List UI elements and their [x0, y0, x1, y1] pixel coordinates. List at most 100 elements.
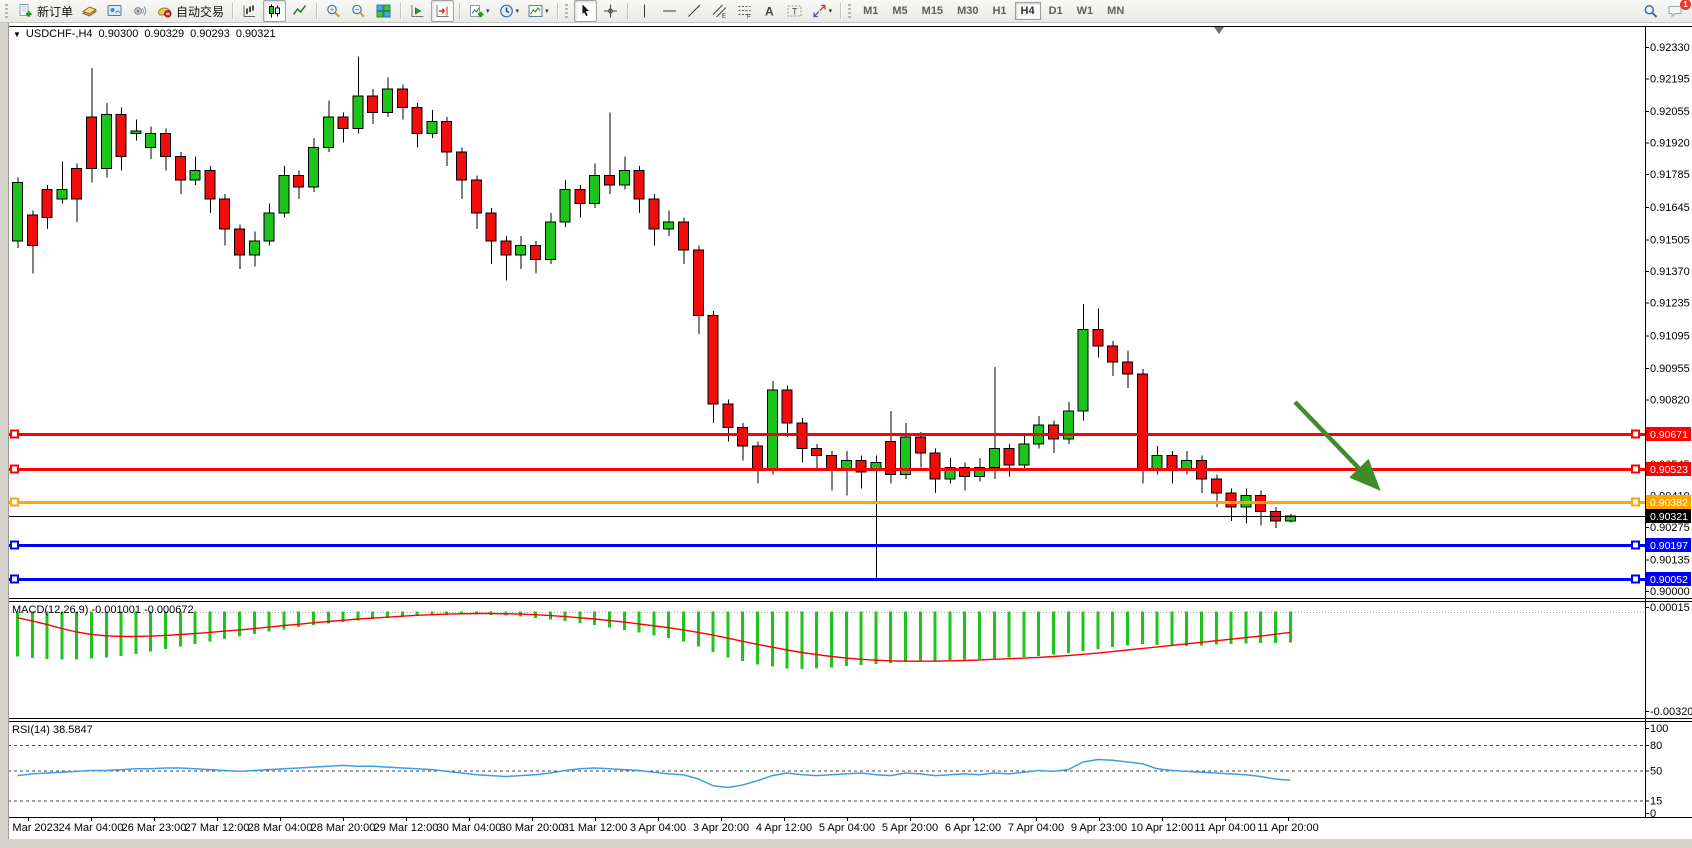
hline-object-0.90523[interactable] [8, 466, 1645, 472]
new-order-icon [17, 3, 34, 19]
profiles-icon [81, 3, 98, 19]
fibonacci-icon: F [736, 3, 753, 19]
terminal-button[interactable] [103, 0, 126, 22]
text-button[interactable]: A [758, 0, 781, 22]
auto-scroll-icon [409, 3, 426, 19]
toolbar-separator [840, 3, 841, 19]
toolbar-separator [232, 3, 233, 19]
trendline-button[interactable] [683, 0, 706, 22]
timeframe-m5[interactable]: M5 [886, 2, 913, 20]
text-icon: A [761, 3, 778, 19]
periods-icon [498, 3, 515, 19]
toolbar-grip[interactable] [848, 4, 851, 18]
timeframe-m30[interactable]: M30 [951, 2, 984, 20]
autotrading-button-label: 自动交易 [176, 3, 224, 20]
zoom-out-button[interactable] [347, 0, 370, 22]
templates-icon [527, 3, 544, 19]
horizontal-line-icon [661, 3, 678, 19]
sound-alert-icon [131, 3, 148, 19]
bar-chart-button[interactable] [238, 0, 261, 22]
crosshair-icon [602, 3, 619, 19]
equidistant-channel-button[interactable]: E [708, 0, 731, 22]
crosshair-button[interactable] [599, 0, 622, 22]
chevron-down-icon[interactable]: ▾ [486, 7, 490, 15]
arrows-icon [811, 3, 828, 19]
rsi-pane[interactable] [8, 722, 1645, 817]
indicators-button[interactable]: ▾ [465, 0, 493, 22]
main-chart-pane[interactable] [8, 26, 1645, 598]
hline-object-0.90052[interactable] [8, 576, 1645, 582]
svg-text:T: T [792, 7, 798, 17]
autotrading-icon [156, 3, 173, 19]
timeframe-w1[interactable]: W1 [1071, 2, 1100, 20]
hline-object-0.90671[interactable] [8, 431, 1645, 437]
text-label-icon: T [786, 3, 803, 19]
cursor-icon [577, 3, 594, 19]
trend-arrow-object[interactable] [1289, 396, 1388, 498]
indicators-icon [468, 3, 485, 19]
search-icon [1642, 3, 1659, 19]
equidistant-channel-icon: E [711, 3, 728, 19]
vertical-line-icon [636, 3, 653, 19]
auto-scroll-button[interactable] [406, 0, 429, 22]
candlestick-chart-button[interactable] [263, 0, 286, 22]
fibonacci-button[interactable]: F [733, 0, 756, 22]
hline-object-0.90382[interactable] [8, 499, 1645, 505]
line-chart-button[interactable] [288, 0, 311, 22]
current-price-line [8, 514, 1645, 518]
svg-text:A: A [765, 5, 774, 19]
new-order-button-label: 新订单 [37, 3, 73, 20]
toolbar-separator [459, 3, 460, 19]
svg-text:E: E [722, 14, 726, 19]
toolbar-separator [627, 3, 628, 19]
candlestick-chart-icon [266, 3, 283, 19]
toolbar-grip[interactable] [565, 4, 568, 18]
profiles-button[interactable] [78, 0, 101, 22]
line-chart-icon [291, 3, 308, 19]
chevron-down-icon[interactable]: ▾ [829, 7, 833, 15]
hline-object-0.90197[interactable] [8, 542, 1645, 548]
horizontal-line-button[interactable] [658, 0, 681, 22]
notifications-button[interactable]: 1 [1664, 0, 1687, 22]
notification-count-badge: 1 [1680, 0, 1691, 10]
search-button[interactable] [1639, 0, 1662, 22]
toolbar-separator [400, 3, 401, 19]
toolbar-separator [316, 3, 317, 19]
bar-chart-icon [241, 3, 258, 19]
tile-windows-button[interactable] [372, 0, 395, 22]
terminal-icon [106, 3, 123, 19]
vertical-line-button[interactable] [633, 0, 656, 22]
chevron-down-icon[interactable]: ▾ [516, 7, 520, 15]
toolbar-grip[interactable] [5, 4, 8, 18]
chart-shift-button[interactable] [431, 0, 454, 22]
new-order-button[interactable]: 新订单 [14, 0, 76, 22]
text-label-button[interactable]: T [783, 0, 806, 22]
svg-text:F: F [747, 15, 751, 20]
sound-alert-button[interactable] [128, 0, 151, 22]
timeframe-m1[interactable]: M1 [857, 2, 884, 20]
timeframe-h1[interactable]: H1 [986, 2, 1012, 20]
trendline-icon [686, 3, 703, 19]
autotrading-button[interactable]: 自动交易 [153, 0, 227, 22]
timeframe-m15[interactable]: M15 [916, 2, 949, 20]
chart-shift-icon [434, 3, 451, 19]
cursor-button[interactable] [574, 0, 597, 22]
time-axis[interactable] [8, 817, 1645, 838]
periods-button[interactable]: ▾ [495, 0, 523, 22]
toolbar-right-cluster: 1 [1638, 0, 1688, 22]
price-axis[interactable] [1646, 26, 1692, 817]
toolbar: 新订单 自动交易 ▾ ▾ ▾ E F A T ▾ M1M5M15M30H1H4D1W1MN 1 [0, 0, 1692, 23]
chevron-down-icon[interactable]: ▾ [545, 7, 549, 15]
timeframe-h4[interactable]: H4 [1015, 2, 1041, 20]
tile-windows-icon [375, 3, 392, 19]
window-bottom-edge [0, 839, 1692, 848]
zoom-out-icon [350, 3, 367, 19]
macd-pane[interactable] [8, 602, 1645, 718]
timeframe-mn[interactable]: MN [1101, 2, 1130, 20]
templates-button[interactable]: ▾ [524, 0, 552, 22]
arrows-button[interactable]: ▾ [808, 0, 836, 22]
timeframe-d1[interactable]: D1 [1043, 2, 1069, 20]
zoom-in-icon [325, 3, 342, 19]
zoom-in-button[interactable] [322, 0, 345, 22]
toolbar-separator [557, 3, 558, 19]
